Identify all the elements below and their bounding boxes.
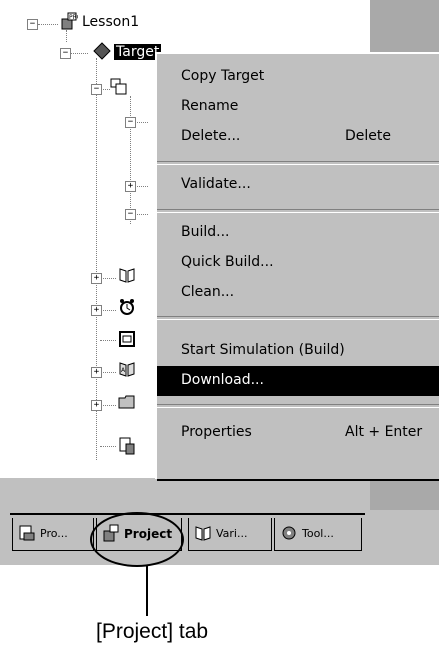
tree-child-expander[interactable]: + bbox=[91, 367, 102, 378]
tree-child-expander[interactable]: − bbox=[91, 84, 102, 95]
tree-item-lesson1[interactable]: Lesson1 bbox=[82, 14, 139, 30]
tree-connector bbox=[100, 278, 116, 279]
tree-child-expander[interactable]: − bbox=[125, 209, 136, 220]
variables-book-icon: A bbox=[119, 362, 135, 377]
callout-ellipse bbox=[90, 512, 184, 567]
menu-item-label: Download... bbox=[181, 372, 264, 388]
menu-item-label: Build... bbox=[181, 224, 230, 240]
project-window: − PRO Lesson1 − Target − − + − + + bbox=[0, 0, 439, 565]
menu-item-properties[interactable]: Properties Alt + Enter bbox=[157, 418, 439, 448]
callout-pointer-line bbox=[146, 566, 148, 616]
hardware-config-icon bbox=[110, 78, 127, 95]
window-icon bbox=[119, 331, 135, 347]
menu-item-label: Properties bbox=[181, 424, 252, 440]
menu-item-label: Start Simulation (Build) bbox=[181, 342, 345, 358]
menu-item-rename[interactable]: Rename bbox=[157, 92, 439, 122]
menu-item-clean[interactable]: Clean... bbox=[157, 278, 439, 308]
menu-separator bbox=[157, 209, 439, 213]
menu-item-copy-target[interactable]: Copy Target bbox=[157, 62, 439, 92]
tab-label: Vari... bbox=[216, 527, 248, 540]
tree-connector bbox=[100, 446, 116, 447]
tree-child-expander[interactable]: − bbox=[125, 117, 136, 128]
context-menu: Copy Target Rename Delete... Delete Vali… bbox=[155, 52, 439, 479]
menu-separator bbox=[157, 161, 439, 165]
menu-item-shortcut: Delete bbox=[345, 128, 391, 144]
svg-text:PRO: PRO bbox=[69, 14, 78, 21]
toolbox-icon bbox=[282, 526, 296, 540]
menu-item-quick-build[interactable]: Quick Build... bbox=[157, 248, 439, 278]
tab-program[interactable]: Pro... bbox=[12, 518, 94, 551]
menu-item-download[interactable]: Download... bbox=[157, 366, 439, 396]
callout-caption: [Project] tab bbox=[96, 620, 209, 643]
tree-connector bbox=[100, 340, 116, 341]
tab-toolbox[interactable]: Tool... bbox=[274, 518, 362, 551]
tab-label: Pro... bbox=[40, 527, 68, 540]
tree-child-expander[interactable]: + bbox=[91, 400, 102, 411]
menu-item-label: Delete... bbox=[181, 128, 241, 144]
tree-child-expander[interactable]: + bbox=[91, 273, 102, 284]
menu-item-label: Copy Target bbox=[181, 68, 265, 84]
root-expander[interactable]: − bbox=[27, 19, 38, 30]
menu-item-label: Quick Build... bbox=[181, 254, 274, 270]
tree-connector bbox=[100, 310, 116, 311]
tree-child-expander[interactable]: + bbox=[125, 181, 136, 192]
menu-separator bbox=[157, 404, 439, 408]
tab-bar-divider bbox=[10, 513, 365, 515]
variables-icon bbox=[195, 526, 211, 541]
book-icon bbox=[119, 268, 135, 283]
folder-icon bbox=[118, 395, 135, 409]
tree-connector bbox=[134, 122, 148, 123]
tree-pane-bottom bbox=[0, 478, 370, 514]
tree-connector bbox=[100, 372, 116, 373]
tree-connector bbox=[130, 96, 131, 224]
tree-connector bbox=[66, 30, 67, 42]
menu-separator bbox=[157, 316, 439, 320]
tab-label: Tool... bbox=[302, 527, 334, 540]
menu-item-validate[interactable]: Validate... bbox=[157, 170, 439, 200]
tree-connector bbox=[38, 24, 58, 25]
menu-item-delete[interactable]: Delete... Delete bbox=[157, 122, 439, 152]
tree-connector bbox=[134, 186, 148, 187]
program-icon bbox=[19, 525, 35, 541]
target-diamond-icon bbox=[93, 42, 111, 60]
tree-connector bbox=[134, 214, 148, 215]
menu-item-label: Validate... bbox=[181, 176, 251, 192]
menu-item-start-simulation[interactable]: Start Simulation (Build) bbox=[157, 336, 439, 366]
menu-item-shortcut: Alt + Enter bbox=[345, 424, 423, 440]
target-expander[interactable]: − bbox=[60, 48, 71, 59]
alarm-clock-icon bbox=[120, 299, 134, 315]
tab-variables[interactable]: Vari... bbox=[188, 518, 272, 551]
menu-item-label: Clean... bbox=[181, 284, 235, 300]
tree-connector bbox=[100, 405, 116, 406]
menu-item-label: Rename bbox=[181, 98, 239, 114]
tree-child-expander[interactable]: + bbox=[91, 305, 102, 316]
document-icon bbox=[119, 437, 135, 455]
menu-item-build[interactable]: Build... bbox=[157, 218, 439, 248]
tree-connector bbox=[70, 53, 88, 54]
project-icon: PRO bbox=[61, 12, 78, 30]
